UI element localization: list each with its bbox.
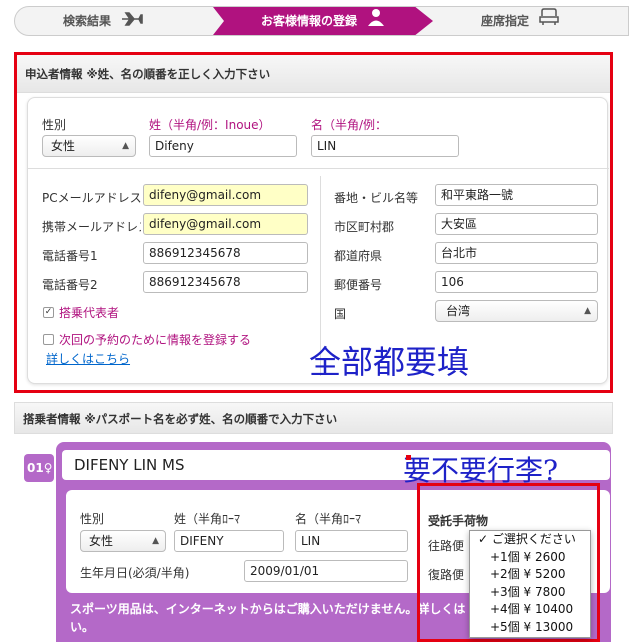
postal-label: 郵便番号 xyxy=(334,278,383,292)
country-select[interactable]: 台湾 ▲ xyxy=(435,300,598,322)
pax-surname-label: 姓（半角ﾛｰﾏ xyxy=(174,512,241,526)
pax-given-input[interactable]: LIN xyxy=(295,530,408,552)
gender-value: 女性 xyxy=(51,139,76,153)
baggage-option[interactable]: ✓ ご選択ください xyxy=(470,531,590,549)
gender-select[interactable]: 女性 ▲ xyxy=(42,135,136,157)
baggage-option[interactable]: +1個 ¥ 2600 xyxy=(470,549,590,567)
step-seat-selection: 座席指定 xyxy=(481,7,559,35)
person-icon xyxy=(367,8,385,36)
step-label: お客様情報の登録 xyxy=(261,14,358,28)
baggage-option[interactable]: +3個 ¥ 7800 xyxy=(470,584,590,602)
address-input[interactable]: 和平東路一號 xyxy=(435,184,598,206)
country-value: 台湾 xyxy=(446,304,471,318)
baggage-dropdown[interactable]: ✓ ご選択ください +1個 ¥ 2600 +2個 ¥ 5200 +3個 ¥ 78… xyxy=(469,530,591,638)
given-name-label: 名（半角/例： xyxy=(311,118,388,132)
representative-checkbox[interactable]: ✓ xyxy=(43,307,54,318)
sports-goods-warning: スポーツ用品は、インターネットからはご購入いただけません。詳しくは い。 xyxy=(70,600,465,636)
step-customer-info: お客様情報の登録 xyxy=(213,7,433,35)
prefecture-input[interactable]: 台北市 xyxy=(435,242,598,264)
city-input[interactable]: 大安區 xyxy=(435,213,598,235)
baggage-option[interactable]: +2個 ¥ 5200 xyxy=(470,566,590,584)
save-info-checkbox[interactable] xyxy=(43,334,54,345)
seat-icon xyxy=(539,7,559,36)
warning-line1: スポーツ用品は、インターネットからはご購入いただけません。詳しくは xyxy=(70,602,466,616)
save-info-label: 次回の予約のために情報を登録する xyxy=(59,333,252,347)
divider xyxy=(28,168,609,169)
given-name-input[interactable]: LIN xyxy=(311,135,459,157)
passenger-number: 01 xyxy=(27,461,44,475)
pax-birth-input[interactable]: 2009/01/01 xyxy=(244,560,408,582)
updown-arrows-icon: ▲ xyxy=(584,306,591,316)
mobile-mail-label: 携帯メールアドレス xyxy=(42,220,141,234)
pc-mail-label: PCメールアドレス xyxy=(42,191,142,205)
updown-arrows-icon: ▲ xyxy=(122,141,129,151)
details-link[interactable]: 詳しくはこちら xyxy=(46,350,130,367)
pax-gender-select[interactable]: 女性 ▲ xyxy=(80,530,166,552)
surname-input[interactable]: Difeny xyxy=(149,135,297,157)
phone1-label: 電話番号1 xyxy=(42,249,98,263)
phone1-input[interactable]: 886912345678 xyxy=(143,242,308,264)
pax-birth-label: 生年月日(必須/半角) xyxy=(80,566,190,580)
mobile-mail-input[interactable]: difeny@gmail.com xyxy=(143,213,308,235)
person-icon: ♀ xyxy=(43,461,53,475)
updown-arrows-icon: ▲ xyxy=(152,536,159,546)
applicant-heading: 申込者情報 ※姓、名の順番を正しく入力下さい xyxy=(17,55,610,93)
airplane-icon xyxy=(121,8,144,36)
gender-label: 性別 xyxy=(42,118,67,132)
baggage-option[interactable]: +4個 ¥ 10400 xyxy=(470,601,590,619)
progress-steps: 検索結果 お客様情報の登録 座席指定 xyxy=(14,6,629,36)
city-label: 市区町村郡 xyxy=(334,220,395,234)
phone2-input[interactable]: 886912345678 xyxy=(143,271,308,293)
warning-line2: い。 xyxy=(70,620,95,634)
surname-label: 姓（半角/例：Inoue） xyxy=(149,118,271,132)
passenger-heading: 搭乗者情報 ※パスポート名を必ず姓、名の順番で入力下さい xyxy=(14,402,613,434)
pax-gender-value: 女性 xyxy=(89,534,114,548)
pc-mail-input[interactable]: difeny@gmail.com xyxy=(143,184,308,206)
pax-given-label: 名（半角ﾛｰﾏ xyxy=(295,512,362,526)
pax-gender-label: 性別 xyxy=(80,512,105,526)
country-label: 国 xyxy=(334,307,347,321)
step-label: 座席指定 xyxy=(481,14,530,28)
pax-surname-input[interactable]: DIFENY xyxy=(174,530,284,552)
step-search-results: 検索結果 xyxy=(63,7,144,36)
phone2-label: 電話番号2 xyxy=(42,278,98,292)
annotation-all-required: 全部都要填 xyxy=(309,343,470,381)
annotation-dot xyxy=(406,455,411,460)
prefecture-label: 都道府県 xyxy=(334,249,383,263)
postal-input[interactable]: 106 xyxy=(435,271,598,293)
representative-label: 搭乗代表者 xyxy=(59,306,120,320)
baggage-option[interactable]: +5個 ¥ 13000 xyxy=(470,619,590,637)
step-label: 検索結果 xyxy=(63,14,112,28)
address-label: 番地・ビル名等 xyxy=(334,191,419,205)
passenger-number-badge: 01♀ xyxy=(24,454,54,482)
